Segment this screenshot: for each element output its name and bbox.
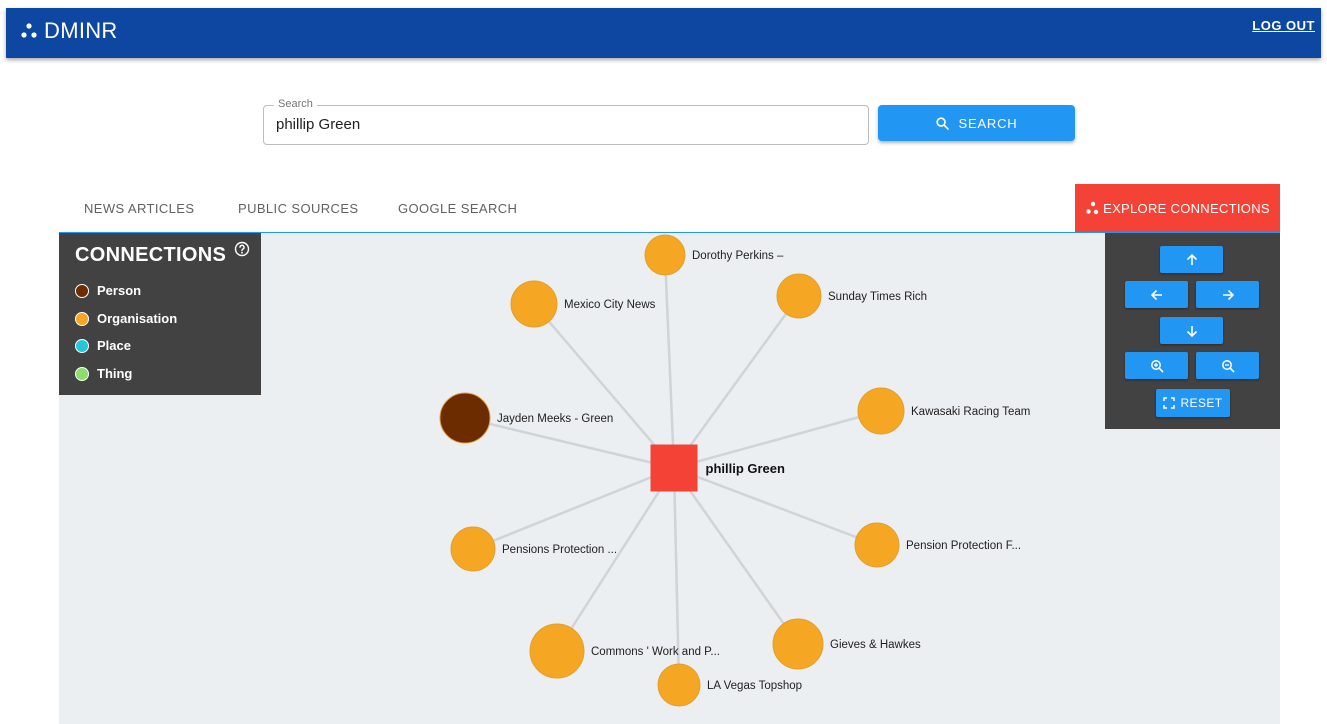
zoom-out-button[interactable] [1196,352,1259,379]
connections-legend: CONNECTIONS Person Organisation Place Th… [59,233,261,395]
node-circle[interactable] [529,623,585,679]
graph-edge [464,416,675,470]
tab-explore-connections[interactable]: EXPLORE CONNECTIONS [1075,184,1280,232]
pan-right-button[interactable] [1196,281,1259,308]
graph-node[interactable]: Jayden Meeks - Green [439,392,613,444]
legend-item-label: Place [97,338,131,353]
graph-node[interactable]: Sunday Times Rich [776,273,927,319]
pan-down-button[interactable] [1160,317,1223,344]
legend-item-place: Place [75,338,131,353]
graph-edge [673,409,882,470]
node-label: Dorothy Perkins – [692,250,784,262]
arrow-up-icon [1186,253,1197,265]
organisation-dot-icon [75,311,89,326]
app-title: DMINR [44,18,118,43]
tab-news-articles[interactable]: NEWS ARTICLES [84,201,194,216]
arrow-down-icon [1186,325,1197,337]
node-label: Jayden Meeks - Green [497,413,613,425]
graph-edge [663,254,676,469]
node-label: Kawasaki Racing Team [911,406,1030,418]
tab-google-search[interactable]: GOOGLE SEARCH [398,201,517,216]
graph-edge [672,467,800,645]
tab-bar: NEWS ARTICLES PUBLIC SOURCES GOOGLE SEAR… [59,184,1280,233]
graph-node[interactable]: Pension Protection F... [854,522,1021,568]
reset-label: RESET [1180,396,1223,410]
graph-edge [533,303,675,469]
search-input[interactable] [276,116,856,133]
arrow-right-icon [1222,289,1234,300]
person-dot-icon [75,283,89,298]
pan-left-button[interactable] [1125,281,1188,308]
graph-edge [673,466,878,547]
legend-title: CONNECTIONS [75,244,227,266]
graph-node[interactable]: LA Vegas Topshop [657,663,802,707]
graph-node[interactable]: Pensions Protection ... [450,526,617,572]
connections-icon [1086,201,1099,215]
node-label: Pensions Protection ... [502,544,617,556]
dminr-logo-icon [21,23,37,38]
node-label: Commons ' Work and P... [591,646,720,658]
place-dot-icon [75,338,89,353]
graph-node[interactable]: Kawasaki Racing Team [857,387,1030,435]
node-circle[interactable] [439,392,491,444]
arrow-left-icon [1150,289,1162,300]
search-field[interactable]: Search [263,98,869,145]
legend-item-label: Thing [97,366,133,381]
node-circle[interactable] [644,234,686,276]
thing-dot-icon [75,366,89,381]
node-circle[interactable] [450,526,496,572]
search-button-label: SEARCH [958,115,1018,131]
legend-item-label: Organisation [97,311,178,326]
node-label: Sunday Times Rich [828,291,927,303]
graph-node[interactable]: Dorothy Perkins – [644,234,784,276]
fullscreen-icon [1163,397,1176,409]
zoom-in-button[interactable] [1125,352,1188,379]
node-circle[interactable] [776,273,822,319]
graph-edge [472,466,675,551]
search-button[interactable]: SEARCH [878,105,1075,141]
node-circle[interactable] [854,522,900,568]
graph-node[interactable]: Mexico City News [510,280,656,328]
graph-edge [672,295,801,469]
node-circle[interactable] [772,618,824,670]
legend-item-organisation: Organisation [75,311,177,326]
node-circle[interactable] [857,387,905,435]
zoom-in-icon [1150,359,1164,373]
reset-button[interactable]: RESET [1156,389,1230,417]
search-icon [935,116,949,130]
tab-public-sources[interactable]: PUBLIC SOURCES [238,201,358,216]
center-node-square[interactable] [650,444,698,492]
search-legend: Search [274,98,317,110]
legend-item-label: Person [97,283,142,298]
logout-link[interactable]: LOG OUT [1252,18,1315,33]
node-label: Pension Protection F... [906,540,1021,552]
center-node-label: phillip Green [706,461,786,476]
graph-edge [555,467,676,652]
zoom-out-icon [1221,359,1235,373]
pan-up-button[interactable] [1160,246,1223,273]
brand[interactable]: DMINR [20,16,118,46]
help-icon[interactable] [234,241,250,257]
tab-explore-label: EXPLORE CONNECTIONS [1103,200,1270,216]
graph-node[interactable]: Gieves & Hawkes [772,618,921,670]
node-label: Mexico City News [564,299,656,311]
node-circle[interactable] [510,280,558,328]
node-label: LA Vegas Topshop [707,680,802,692]
graph-controls: RESET [1105,233,1280,429]
node-label: Gieves & Hawkes [830,639,921,651]
node-circle[interactable] [657,663,701,707]
legend-item-thing: Thing [75,366,132,381]
app-bar: DMINR LOG OUT [6,8,1321,58]
legend-item-person: Person [75,283,141,298]
